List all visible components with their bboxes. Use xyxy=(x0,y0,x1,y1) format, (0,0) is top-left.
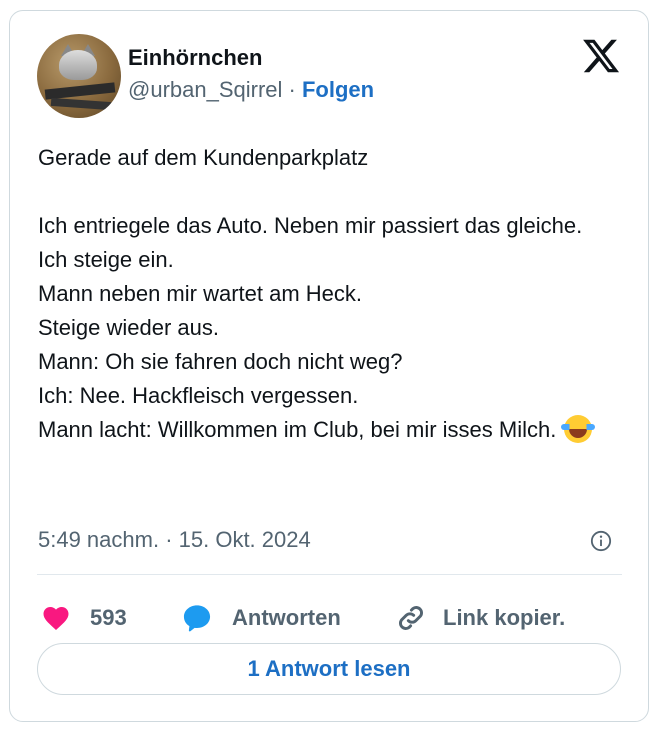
reply-label: Antworten xyxy=(232,605,341,630)
link-icon xyxy=(399,606,423,630)
heart-icon xyxy=(43,607,69,630)
avatar-cat xyxy=(59,50,97,80)
follow-button[interactable]: Folgen xyxy=(302,77,374,102)
action-bar: 593 Antworten Link kopier. xyxy=(10,596,650,640)
face-with-tears-of-joy-icon xyxy=(561,415,596,443)
author-handle[interactable]: @urban_Sqirrel xyxy=(128,77,282,102)
copy-link-button[interactable]: Link kopier. xyxy=(395,596,565,640)
reply-bubble-icon xyxy=(183,605,211,632)
divider xyxy=(37,574,622,575)
tweet-time: 5:49 nachm. xyxy=(38,527,160,552)
meta-separator: · xyxy=(159,527,179,552)
tweet-text: Gerade auf dem Kundenparkplatz Ich entri… xyxy=(38,141,618,447)
avatar-stripe-2 xyxy=(50,97,112,111)
tweet-body: Gerade auf dem Kundenparkplatz Ich entri… xyxy=(38,145,583,442)
author-name[interactable]: Einhörnchen xyxy=(128,45,262,71)
reply-button[interactable]: Antworten xyxy=(180,596,341,640)
copy-link-label: Link kopier. xyxy=(443,605,566,630)
handle-separator: · xyxy=(282,77,302,102)
like-count: 593 xyxy=(90,605,127,630)
like-button[interactable]: 593 xyxy=(40,596,127,640)
x-logo-icon[interactable] xyxy=(580,36,622,76)
info-icon[interactable] xyxy=(590,530,612,552)
avatar[interactable] xyxy=(37,34,121,118)
avatar-stripe xyxy=(44,82,116,100)
tweet-date: 15. Okt. 2024 xyxy=(178,527,311,552)
author-handle-row: @urban_Sqirrel · Folgen xyxy=(128,77,374,103)
read-replies-button[interactable]: 1 Antwort lesen xyxy=(37,643,621,695)
tweet-timestamp[interactable]: 5:49 nachm. · 15. Okt. 2024 xyxy=(38,527,311,553)
tweet-card: Einhörnchen @urban_Sqirrel · Folgen Gera… xyxy=(9,10,649,722)
